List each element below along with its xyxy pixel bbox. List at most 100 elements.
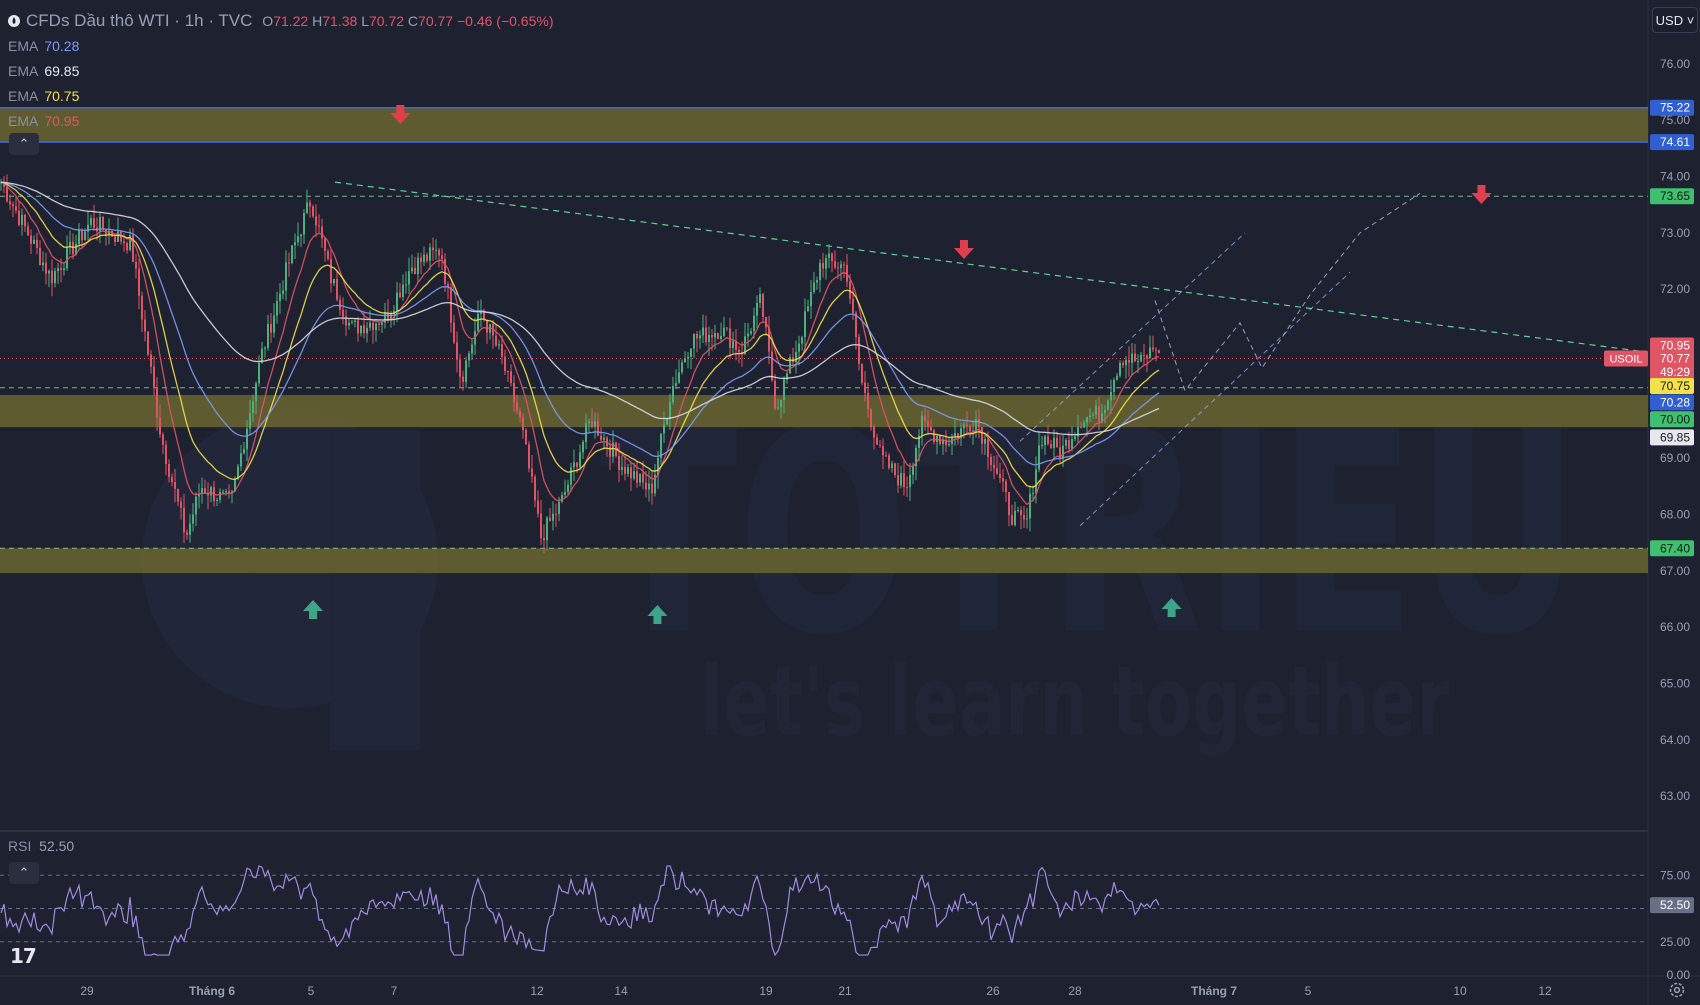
time-tick-label: 12 [1538,984,1552,998]
candle-body [153,366,155,388]
ohlc-values: O71.22 H71.38 L70.72 C70.77 −0.46 (−0.65… [262,12,554,29]
candle-body [51,270,53,284]
candle-body [813,282,815,292]
candle-body [1116,375,1118,380]
candle-body [546,517,548,541]
time-tick-label: Tháng 6 [189,984,235,998]
candle-body [15,206,17,211]
candle-body [405,284,407,286]
time-tick-label: 26 [986,984,1000,998]
collapse-legend-button[interactable]: ⌃ [9,133,39,155]
candle-body [285,262,287,291]
candle-body [1032,493,1034,495]
candle-body [63,268,65,271]
candle-body [90,218,92,225]
candle-body [366,327,368,334]
candle-body [552,513,554,521]
candle-body [273,315,275,333]
gear-icon[interactable] [1668,981,1686,999]
candle-body [1158,350,1160,353]
candle-body [423,254,425,262]
candle-body [993,464,995,469]
candle-body [588,421,590,424]
candle-body [171,477,173,482]
rsi-value-tag-text: 52.50 [1660,898,1690,912]
watermark-slogan: let's learn together [700,646,1450,758]
candle-body [1086,417,1088,423]
ema-legend-row[interactable]: EMA 70.75 [8,83,554,108]
candle-body [267,324,269,348]
candle-body [150,354,152,367]
candle-body [429,247,431,261]
candle-body [702,327,704,336]
candle-body [528,444,530,469]
candle-body [147,331,149,355]
candle-body [750,331,752,334]
candle-body [93,218,95,228]
ema-legend-row[interactable]: EMA 70.95 [8,108,554,133]
candle-body [1128,359,1130,363]
candle-body [348,322,350,326]
rsi-value: 52.50 [39,838,75,854]
candle-body [762,294,764,318]
candle-body [255,383,257,402]
candle-body [507,371,509,373]
candle-body [969,425,971,432]
candle-body [381,322,383,325]
rsi-tick-label: 25.00 [1660,935,1690,949]
candle-body [879,444,881,446]
ema-value: 69.85 [44,62,80,79]
candle-body [1056,437,1058,448]
candle-body [165,444,167,464]
ema-legend-row[interactable]: EMA 69.85 [8,58,554,83]
candle-body [1083,422,1085,428]
candle-body [636,471,638,483]
candle-body [243,449,245,454]
candle-body [1146,355,1148,359]
candle-body [288,262,290,264]
candle-body [666,419,668,425]
rsi-legend[interactable]: RSI 52.50 [8,838,74,854]
candle-body [168,463,170,478]
candle-body [411,267,413,272]
time-tick-label: 7 [391,984,398,998]
candle-body [843,264,845,266]
candle-body [738,349,740,352]
price-label-text: 75.22 [1660,101,1690,115]
tradingview-logo[interactable]: 17 [10,944,37,968]
collapse-rsi-button[interactable]: ⌃ [9,862,39,884]
candle-body [912,466,914,475]
symbol-title[interactable]: CFDs Dầu thô WTI · 1h · TVC [26,11,252,30]
candle-body [1041,445,1043,447]
candle-body [414,267,416,275]
candle-body [696,333,698,339]
currency-selector[interactable]: USD ˅ [1652,7,1698,33]
candle-body [723,327,725,336]
candle-body [333,278,335,284]
price-label-text: 73.65 [1660,189,1690,203]
candle-body [999,473,1001,479]
candle-body [930,426,932,431]
candle-body [276,300,278,316]
candle-body [618,456,620,470]
candle-body [807,306,809,312]
candle-body [1113,379,1115,392]
price-tick-label: 74.00 [1660,169,1690,183]
ema-legend-row[interactable]: EMA 70.28 [8,33,554,58]
candle-body [258,362,260,384]
candle-body [516,402,518,411]
candle-body [870,409,872,427]
price-tick-label: 63.00 [1660,789,1690,803]
candle-body [60,268,62,271]
candle-body [990,457,992,465]
price-label-text: 70.95 [1660,338,1690,352]
candle-body [873,426,875,438]
time-tick-label: 12 [530,984,544,998]
candle-body [270,324,272,333]
candle-body [312,206,314,217]
candle-body [597,421,599,436]
candle-body [852,298,854,313]
candle-body [468,353,470,361]
candle-body [906,487,908,489]
chart-canvas[interactable]: TOTRIEUlet's learn together76.0075.0074.… [0,0,1700,1005]
